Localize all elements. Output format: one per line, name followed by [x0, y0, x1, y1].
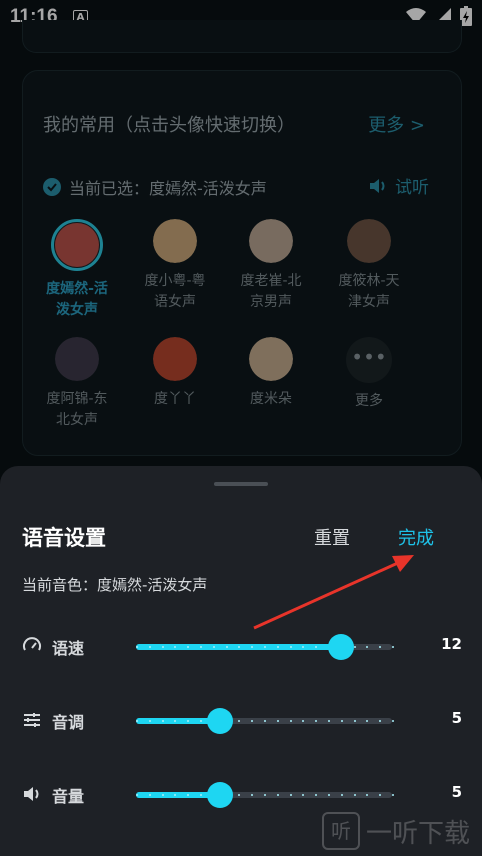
slider-tick: [200, 794, 202, 796]
pitch-slider[interactable]: [136, 708, 394, 734]
pitch-slider-row: 音调 5: [22, 700, 462, 740]
slider-tick: [379, 646, 382, 648]
slider-tick: [328, 720, 330, 722]
speaker-icon: [24, 787, 39, 801]
voice-settings-sheet: 语音设置 重置 完成 当前音色：度嫣然-活泼女声 语速 12 音调 5 音量 5: [0, 466, 482, 856]
slider-tick: [200, 646, 202, 648]
slider-thumb[interactable]: [207, 782, 234, 808]
slider-tick: [148, 646, 151, 648]
slider-tick: [366, 720, 369, 722]
slider-tick: [392, 720, 394, 722]
speed-slider-row: 语速 12: [22, 626, 462, 666]
current-tone: 当前音色：度嫣然-活泼女声: [22, 576, 208, 594]
volume-slider[interactable]: [136, 782, 394, 808]
sliders-icon: [24, 713, 40, 727]
speedometer-icon: [23, 637, 41, 651]
sheet-title: 语音设置: [22, 526, 106, 550]
slider-tick: [315, 794, 318, 796]
slider-tick: [161, 794, 164, 796]
slider-tick: [187, 794, 190, 796]
slider-tick: [315, 720, 318, 722]
slider-tick: [212, 646, 215, 648]
slider-tick: [136, 794, 138, 796]
slider-tick: [174, 720, 177, 722]
slider-tick: [264, 646, 266, 648]
slider-tick: [328, 794, 330, 796]
slider-tick: [148, 720, 151, 722]
slider-tick: [161, 720, 164, 722]
speed-value: 12: [441, 635, 462, 653]
slider-tick: [276, 794, 279, 796]
slider-tick: [136, 646, 138, 648]
drag-handle[interactable]: [214, 482, 268, 486]
watermark-logo: 听: [322, 812, 360, 850]
volume-value: 5: [451, 783, 462, 801]
slider-tick: [302, 720, 305, 722]
slider-tick: [289, 720, 292, 722]
slider-tick: [289, 794, 292, 796]
slider-tick: [251, 646, 254, 648]
slider-tick: [379, 794, 382, 796]
slider-tick: [353, 720, 356, 722]
slider-tick: [353, 794, 356, 796]
slider-tick: [302, 646, 305, 648]
slider-tick: [340, 720, 343, 722]
slider-tick: [251, 720, 254, 722]
speed-label: 语速: [52, 639, 85, 658]
slider-tick: [289, 646, 292, 648]
slider-tick: [315, 646, 318, 648]
slider-thumb[interactable]: [327, 634, 354, 660]
slider-tick: [238, 720, 241, 722]
slider-tick: [161, 646, 164, 648]
done-button[interactable]: 完成: [398, 524, 434, 550]
pitch-label: 音调: [52, 713, 85, 732]
slider-tick: [187, 720, 190, 722]
slider-tick: [276, 720, 279, 722]
watermark-text: 一听下载: [366, 818, 471, 849]
slider-tick: [366, 794, 369, 796]
slider-tick: [340, 794, 343, 796]
slider-tick: [366, 646, 369, 648]
slider-tick: [264, 720, 266, 722]
slider-tick: [276, 646, 279, 648]
slider-tick: [187, 646, 190, 648]
slider-tick: [302, 794, 305, 796]
slider-tick: [136, 720, 138, 722]
slider-tick: [264, 794, 266, 796]
slider-tick: [379, 720, 382, 722]
volume-slider-row: 音量 5: [22, 774, 462, 814]
slider-tick: [251, 794, 254, 796]
reset-button[interactable]: 重置: [314, 524, 350, 550]
speed-slider[interactable]: [136, 634, 394, 660]
slider-tick: [148, 794, 151, 796]
watermark: 听 一听下载: [322, 812, 470, 850]
slider-tick: [392, 646, 394, 648]
slider-tick: [174, 646, 177, 648]
volume-label: 音量: [52, 787, 85, 806]
slider-tick: [200, 720, 202, 722]
slider-thumb[interactable]: [207, 708, 234, 734]
slider-tick: [392, 794, 394, 796]
slider-tick: [353, 646, 356, 648]
slider-tick: [225, 646, 228, 648]
pitch-value: 5: [451, 709, 462, 727]
slider-tick: [238, 794, 241, 796]
slider-tick: [174, 794, 177, 796]
slider-tick: [238, 646, 241, 648]
